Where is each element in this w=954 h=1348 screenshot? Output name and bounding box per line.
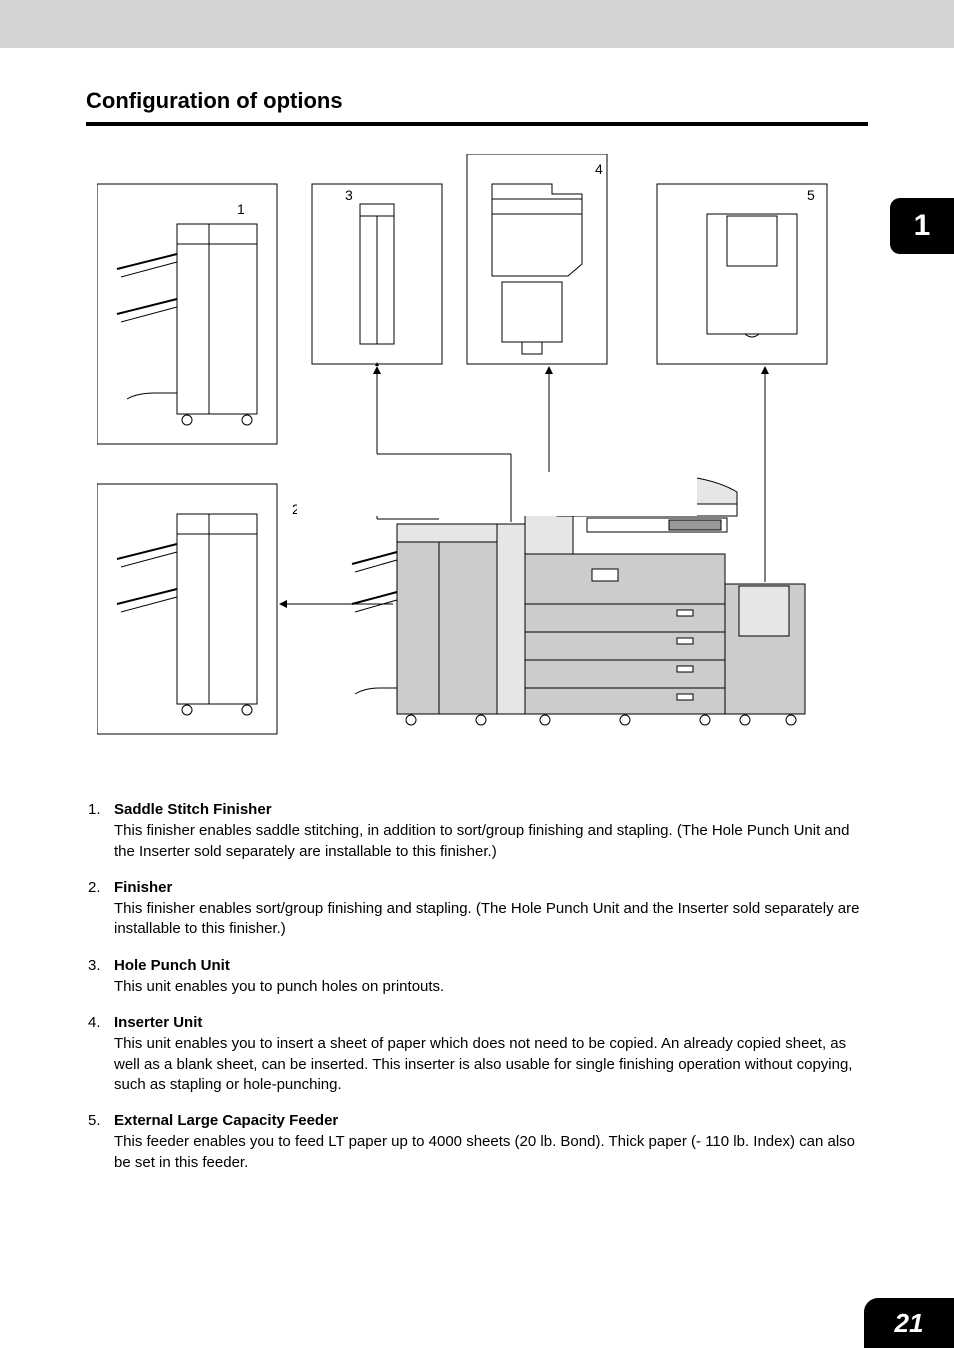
section-heading: Configuration of options	[86, 88, 868, 126]
list-item-title: External Large Capacity Feeder	[114, 1111, 868, 1131]
options-list: 1. Saddle Stitch Finisher This finisher …	[86, 800, 868, 1173]
list-number: 3.	[86, 956, 114, 998]
list-item: 1. Saddle Stitch Finisher This finisher …	[86, 800, 868, 862]
list-item: 3. Hole Punch Unit This unit enables you…	[86, 956, 868, 998]
list-item: 2. Finisher This finisher enables sort/g…	[86, 878, 868, 940]
list-item-desc: This unit enables you to punch holes on …	[114, 977, 868, 997]
list-number: 5.	[86, 1111, 114, 1173]
page-number-tab: 21	[864, 1298, 954, 1348]
list-number: 4.	[86, 1013, 114, 1095]
diagram-box-saddle-stitch-finisher: 1	[97, 184, 277, 444]
diagram-box-finisher: 2	[97, 484, 300, 734]
page: 1 21 Configuration of options	[0, 48, 954, 1348]
diagram-label-1: 1	[237, 201, 245, 217]
chapter-tab: 1	[890, 198, 954, 254]
list-item-desc: This unit enables you to insert a sheet …	[114, 1034, 868, 1095]
diagram-label-3: 3	[345, 187, 353, 203]
diagram-label-4: 4	[595, 161, 603, 177]
list-item: 4. Inserter Unit This unit enables you t…	[86, 1013, 868, 1095]
list-item-desc: This finisher enables saddle stitching, …	[114, 821, 868, 862]
diagram-box-external-lcf: 5	[657, 184, 827, 364]
content-area: Configuration of options	[0, 48, 954, 1173]
list-number: 2.	[86, 878, 114, 940]
list-item-title: Inserter Unit	[114, 1013, 868, 1033]
diagram-label-5: 5	[807, 187, 815, 203]
list-item-title: Finisher	[114, 878, 868, 898]
list-item: 5. External Large Capacity Feeder This f…	[86, 1111, 868, 1173]
options-diagram: 1 2	[97, 154, 857, 754]
list-number: 1.	[86, 800, 114, 862]
list-item-desc: This feeder enables you to feed LT paper…	[114, 1132, 868, 1173]
diagram-box-inserter-unit: 4	[467, 154, 607, 364]
list-item-desc: This finisher enables sort/group finishi…	[114, 899, 868, 940]
list-item-title: Saddle Stitch Finisher	[114, 800, 868, 820]
list-item-title: Hole Punch Unit	[114, 956, 868, 976]
diagram-box-hole-punch-unit: 3	[312, 184, 442, 364]
